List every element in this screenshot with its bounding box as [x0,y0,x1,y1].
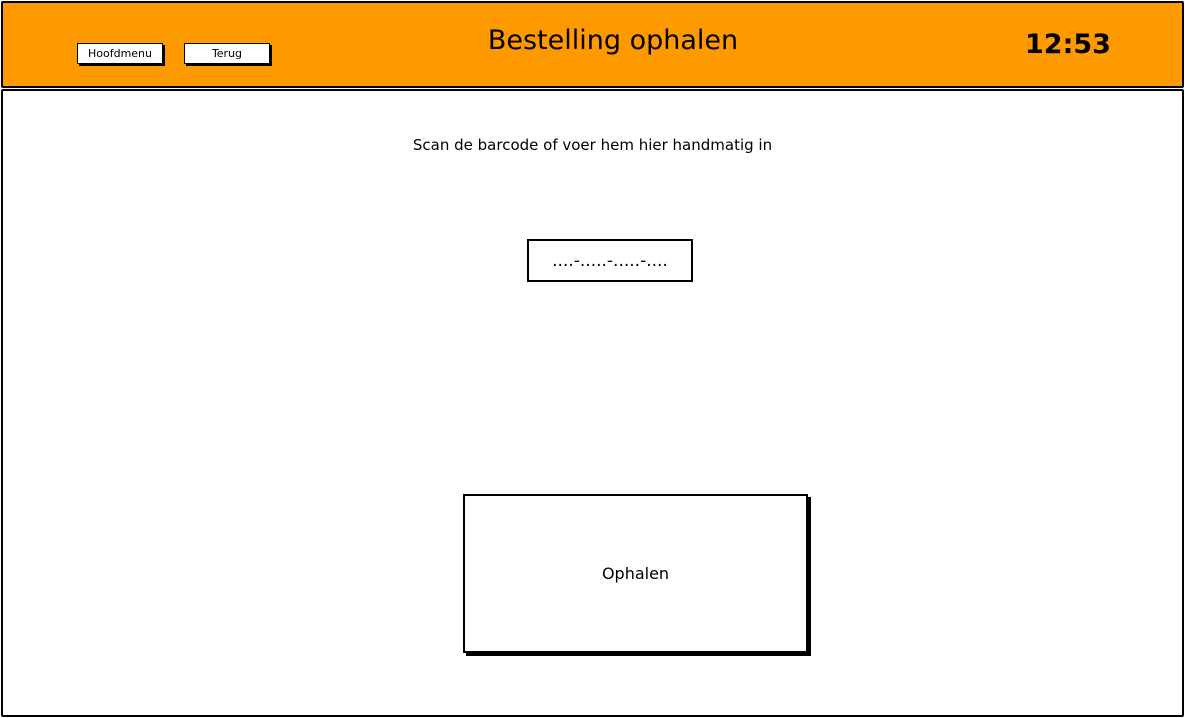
page-title: Bestelling ophalen [487,25,739,56]
main-menu-button[interactable]: Hoofdmenu [77,43,163,64]
fetch-button[interactable]: Ophalen [463,494,808,653]
back-button[interactable]: Terug [184,43,270,64]
clock: 12:53 [1025,29,1111,60]
main-panel: Scan de barcode of voer hem hier handmat… [1,89,1184,717]
header-bar: Hoofdmenu Terug Bestelling ophalen 12:53 [1,1,1184,88]
instruction-text: Scan de barcode of voer hem hier handmat… [412,136,773,154]
barcode-input[interactable] [527,239,693,282]
